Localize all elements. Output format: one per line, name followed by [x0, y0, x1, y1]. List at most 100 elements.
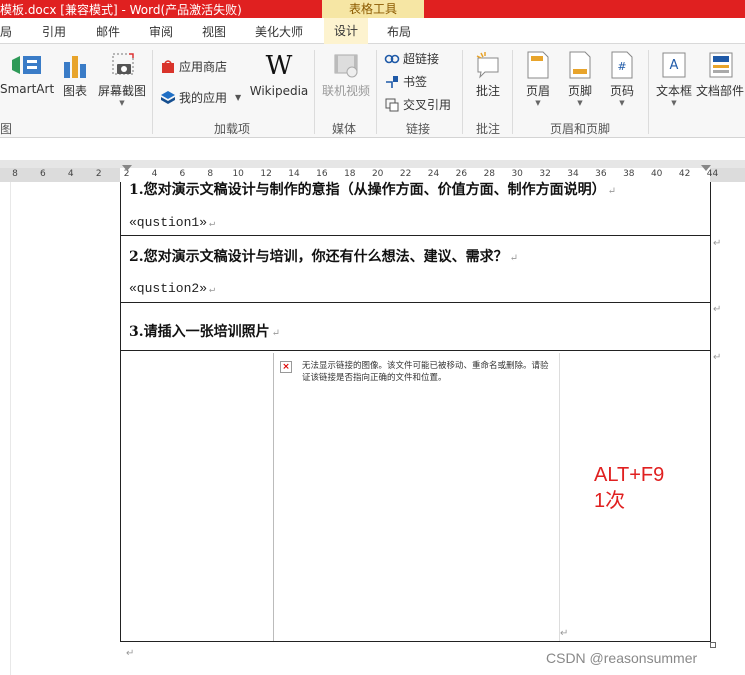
comment-label: 批注 [475, 84, 500, 98]
my-apps-icon [161, 90, 175, 104]
ruler-tick-label: 18 [344, 169, 356, 179]
wikipedia-label: Wikipedia [249, 84, 309, 98]
question-1-text: 1.您对演示文稿设计与制作的意指（从操作方面、价值方面、制作方面说明） [129, 182, 606, 198]
ruler-tick-label: 20 [371, 169, 384, 179]
tab-mailings[interactable]: 邮件 [96, 23, 120, 40]
paragraph-mark-icon: ↵ [126, 648, 135, 659]
screenshot-icon [112, 53, 134, 75]
cross-reference-button[interactable]: 交叉引用 [384, 96, 451, 113]
shortcut-annotation: ALT+F9 1次 [594, 462, 664, 514]
tab-table-layout[interactable]: 布局 [387, 23, 411, 40]
ruler-tick-label: 12 [260, 169, 272, 179]
tab-layout[interactable]: 局 [0, 23, 12, 40]
hyperlink-button[interactable]: 超链接 [384, 50, 439, 67]
table-row-border [121, 302, 710, 303]
ruler-tick-label: 32 [539, 169, 551, 179]
smartart-button[interactable]: SmartArt [0, 50, 54, 96]
page-edge [10, 182, 11, 675]
linked-image-placeholder[interactable]: × 无法显示链接的图像。该文件可能已被移动、重命名或删除。请验证该链接是否指向正… [273, 353, 560, 641]
group-label-comments: 批注 [476, 122, 501, 136]
ribbon: SmartArt 图表 屏幕截图 ▼ 图 应用商店 我的应用 ▼ W Wikip… [0, 44, 745, 138]
ruler-tick-label: 10 [232, 169, 244, 179]
header-label: 页眉 [525, 84, 550, 98]
group-separator [152, 50, 153, 134]
chevron-down-icon: ▼ [577, 99, 583, 107]
window-title: 模板.docx [兼容模式] - Word(产品激活失败) [0, 3, 242, 17]
question-3[interactable]: 3.请插入一张培训照片 ↵ [129, 321, 280, 341]
header-button[interactable]: 页眉 ▼ [520, 50, 556, 107]
paragraph-mark-icon: ↵ [607, 186, 617, 197]
ruler-tick-label: 34 [567, 169, 579, 179]
footer-icon [569, 51, 591, 79]
ruler-tick-label: 42 [678, 169, 691, 179]
tab-review[interactable]: 审阅 [149, 23, 173, 40]
svg-text:#: # [617, 60, 626, 73]
paragraph-mark-icon: ↵ [509, 253, 519, 264]
cross-reference-icon [385, 98, 399, 111]
ruler-tick-label: 24 [427, 169, 440, 179]
answer-field-2[interactable]: «qustion2» ↵ [129, 281, 215, 296]
question-2-text: 2.您对演示文稿设计与培训，你还有什么想法、建议、需求？ [129, 249, 508, 265]
screenshot-button[interactable]: 屏幕截图 ▼ [96, 50, 148, 107]
table-row-border [121, 350, 710, 351]
ribbon-tabs: 局 引用 邮件 审阅 视图 美化大师 设计 布局 [0, 18, 745, 44]
ruler-tick-label: 36 [595, 169, 607, 179]
cell-end-mark-icon: ↵ [560, 628, 569, 639]
table-resize-handle[interactable] [710, 642, 716, 648]
smartart-icon [12, 56, 41, 74]
survey-table[interactable]: 1.您对演示文稿设计与制作的意指（从操作方面、价值方面、制作方面说明） ↵ «qu… [120, 182, 711, 642]
chart-button[interactable]: 图表 [58, 50, 92, 99]
store-button[interactable]: 应用商店 [160, 58, 227, 75]
document-area[interactable]: 1.您对演示文稿设计与制作的意指（从操作方面、价值方面、制作方面说明） ↵ «qu… [0, 182, 745, 675]
tab-view[interactable]: 视图 [202, 23, 226, 40]
paragraph-mark-icon: ↵ [271, 328, 281, 339]
chart-label: 图表 [62, 84, 87, 98]
doc-parts-button[interactable]: 文档部件 [696, 50, 745, 99]
footer-button[interactable]: 页脚 ▼ [562, 50, 598, 107]
paragraph-mark-icon: ↵ [209, 219, 216, 230]
question-1[interactable]: 1.您对演示文稿设计与制作的意指（从操作方面、价值方面、制作方面说明） ↵ [129, 179, 616, 199]
textbox-icon: A [662, 52, 686, 78]
table-row-border [121, 235, 710, 236]
paragraph-mark-icon: ↵ [209, 285, 216, 296]
question-2[interactable]: 2.您对演示文稿设计与培训，你还有什么想法、建议、需求？ ↵ [129, 246, 518, 266]
cross-reference-label: 交叉引用 [403, 98, 452, 112]
ruler-tick-label: 4 [67, 169, 74, 179]
tab-beautify-master[interactable]: 美化大师 [255, 23, 303, 40]
textbox-button[interactable]: A 文本框 ▼ [654, 50, 694, 107]
first-line-indent-marker[interactable] [122, 165, 132, 171]
group-label-addins: 加载项 [214, 122, 251, 136]
my-apps-button[interactable]: 我的应用 ▼ [160, 89, 241, 106]
ruler-tick-label: 8 [207, 169, 214, 179]
chevron-down-icon: ▼ [671, 99, 677, 107]
ruler-tick-label: 6 [179, 169, 186, 179]
page-number-icon: # [611, 51, 633, 79]
group-separator [648, 50, 649, 134]
answer-1-text: «qustion1» [129, 215, 208, 230]
wikipedia-button[interactable]: W Wikipedia [248, 50, 310, 98]
right-indent-marker[interactable] [701, 165, 711, 171]
ruler-tick-label: 26 [455, 169, 468, 179]
group-label-media: 媒体 [332, 122, 357, 136]
ruler-tick-label: 30 [511, 169, 523, 179]
hyperlink-icon [384, 54, 400, 63]
wikipedia-icon: W [265, 51, 293, 81]
chevron-down-icon: ▼ [535, 99, 541, 107]
page-number-button[interactable]: # 页码 ▼ [604, 50, 640, 107]
annotation-shortcut: ALT+F9 [594, 464, 665, 486]
footer-label: 页脚 [567, 84, 592, 98]
doc-parts-label: 文档部件 [696, 84, 745, 98]
comment-button[interactable]: 批注 [468, 50, 508, 99]
bookmark-button[interactable]: 书签 [384, 73, 427, 90]
table-tools-context-label: 表格工具 [322, 0, 424, 18]
tab-table-design[interactable]: 设计 [324, 18, 369, 44]
ruler-tick-label: 38 [623, 169, 635, 179]
tab-references[interactable]: 引用 [42, 23, 66, 40]
textbox-label: 文本框 [655, 84, 692, 98]
comment-icon [476, 52, 499, 79]
answer-2-text: «qustion2» [129, 281, 208, 296]
svg-text:A: A [670, 58, 679, 73]
answer-field-1[interactable]: «qustion1» ↵ [129, 215, 215, 230]
online-video-button[interactable]: 联机视频 [318, 50, 374, 99]
video-icon [334, 54, 358, 78]
